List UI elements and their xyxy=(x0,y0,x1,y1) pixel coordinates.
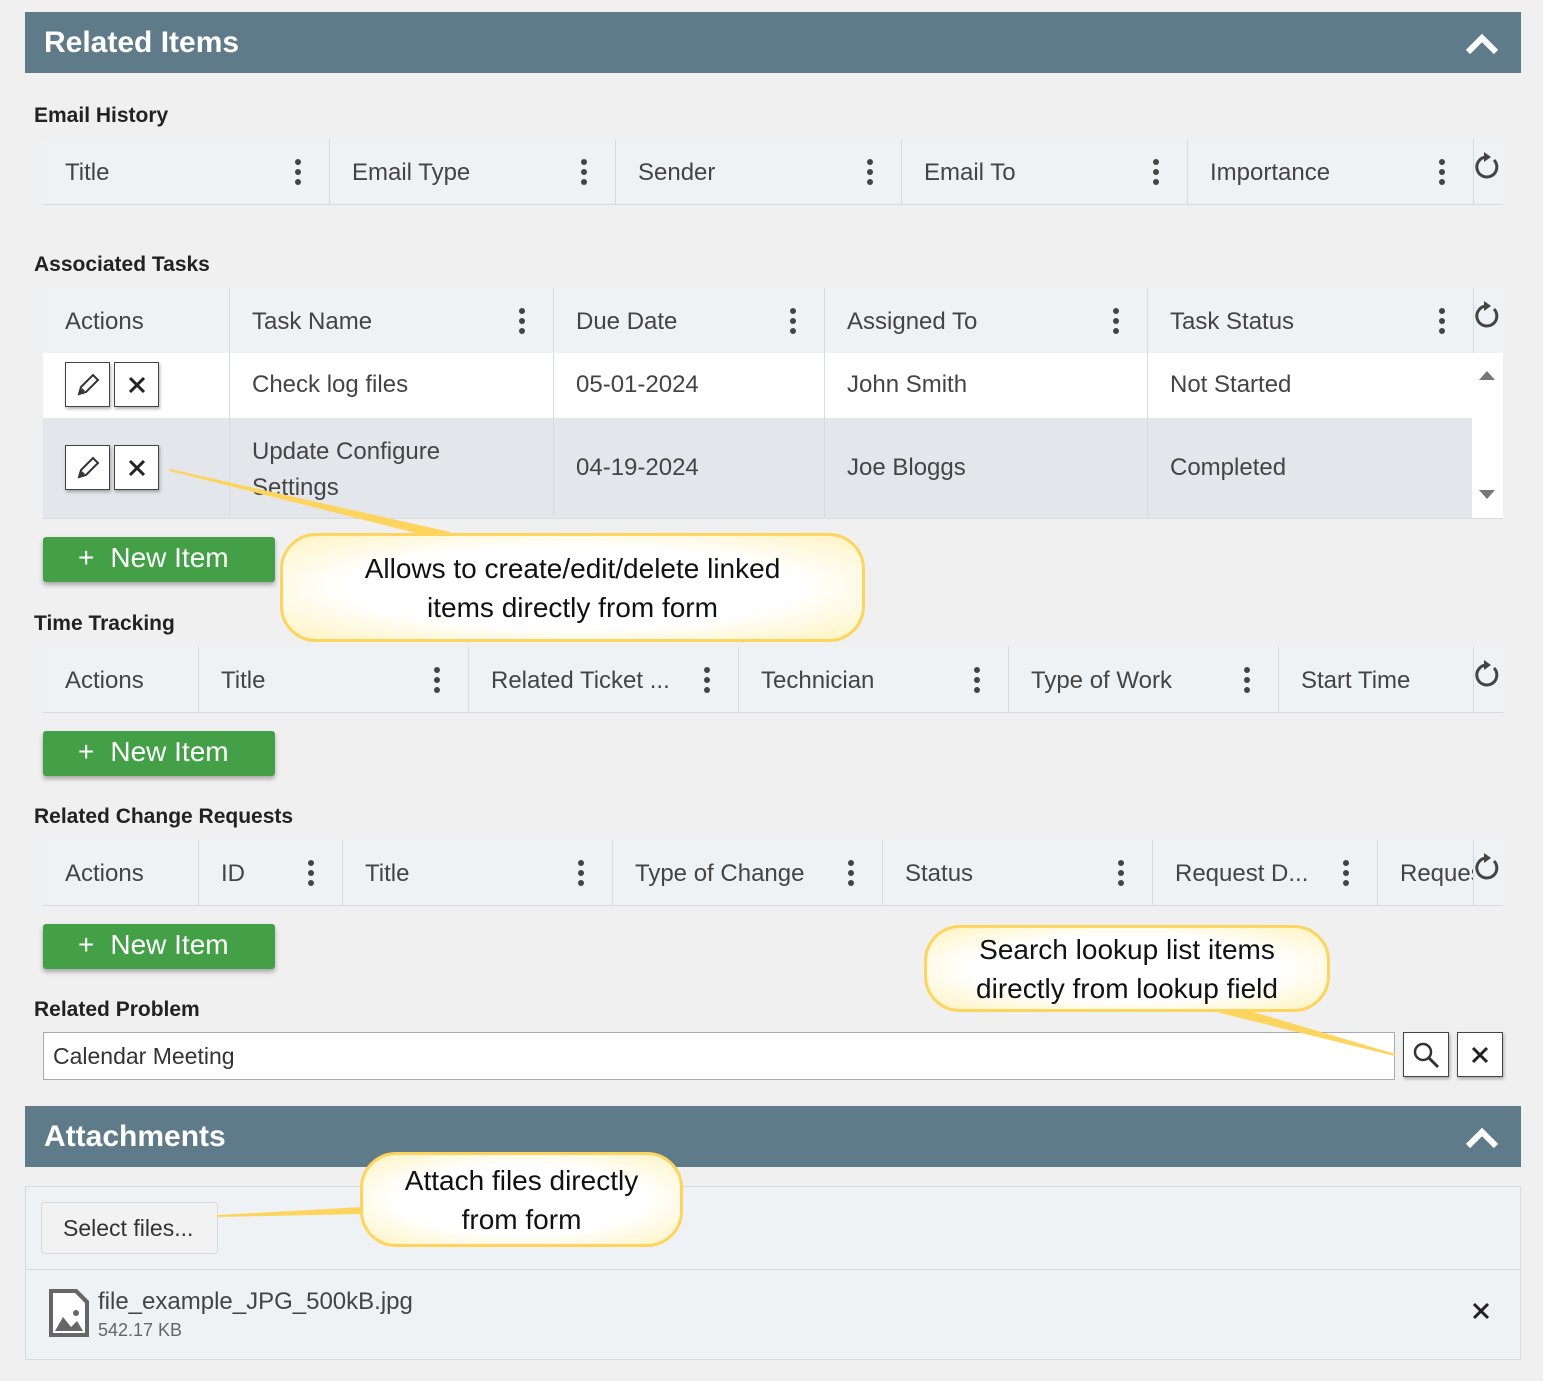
pencil-icon xyxy=(77,373,99,395)
edit-button[interactable] xyxy=(65,445,110,490)
column-header[interactable]: Task Status xyxy=(1148,288,1474,353)
column-header[interactable]: Request D... xyxy=(1153,840,1378,905)
column-header[interactable]: Type of Work xyxy=(1009,647,1279,712)
scroll-up-icon xyxy=(1479,371,1495,380)
lookup-clear-button[interactable] xyxy=(1457,1032,1503,1077)
callout-edit: Allows to create/edit/delete linked item… xyxy=(280,533,865,642)
column-menu-icon[interactable] xyxy=(1153,159,1159,185)
select-files-button[interactable]: Select files... xyxy=(41,1202,218,1254)
close-icon xyxy=(128,459,145,476)
column-header: Actions xyxy=(43,840,199,905)
column-header[interactable]: Due Date xyxy=(554,288,825,353)
plus-icon: + xyxy=(78,929,95,960)
scrollbar[interactable] xyxy=(1472,353,1503,518)
refresh-icon[interactable] xyxy=(1474,840,1503,905)
edit-button[interactable] xyxy=(65,362,110,407)
column-menu-icon[interactable] xyxy=(295,159,301,185)
change-requests-label: Related Change Requests xyxy=(34,805,294,828)
table-row[interactable]: Update Configure Settings 04-19-2024 Joe… xyxy=(43,418,1472,518)
attachments-header[interactable]: Attachments xyxy=(25,1106,1521,1167)
column-header[interactable]: Importance xyxy=(1188,139,1474,204)
column-header[interactable]: Title xyxy=(343,840,613,905)
column-header[interactable]: Assigned To xyxy=(825,288,1148,353)
related-problem-label: Related Problem xyxy=(34,998,200,1021)
change-requests-table: Actions ID Title Type of Change Status R… xyxy=(43,840,1503,906)
column-menu-icon[interactable] xyxy=(578,860,584,886)
column-header: Actions xyxy=(43,288,230,353)
column-header: Actions xyxy=(43,647,199,712)
callout-lookup: Search lookup list items directly from l… xyxy=(924,925,1330,1012)
column-header[interactable]: Email To xyxy=(902,139,1188,204)
column-menu-icon[interactable] xyxy=(848,860,854,886)
close-icon xyxy=(1471,1046,1489,1063)
file-name[interactable]: file_example_JPG_500kB.jpg xyxy=(98,1288,413,1316)
callout-attach: Attach files directly from form xyxy=(360,1152,683,1247)
column-menu-icon[interactable] xyxy=(434,667,440,693)
email-history-table: Title Email Type Sender Email To Importa… xyxy=(43,139,1503,205)
refresh-icon[interactable] xyxy=(1474,139,1503,204)
new-task-button[interactable]: + New Item xyxy=(43,537,275,582)
column-header[interactable]: Start Time xyxy=(1279,647,1474,712)
related-items-header[interactable]: Related Items xyxy=(25,12,1521,73)
column-menu-icon[interactable] xyxy=(1343,860,1349,886)
column-header[interactable]: Reques xyxy=(1378,840,1474,905)
column-menu-icon[interactable] xyxy=(1244,667,1250,693)
refresh-icon[interactable] xyxy=(1474,288,1503,353)
delete-button[interactable] xyxy=(114,362,159,407)
refresh-icon[interactable] xyxy=(1474,647,1503,712)
column-menu-icon[interactable] xyxy=(790,308,796,334)
attachments-panel: Select files... file_example_JPG_500kB.j… xyxy=(25,1186,1521,1360)
plus-icon: + xyxy=(78,542,95,573)
column-menu-icon[interactable] xyxy=(308,860,314,886)
chevron-up-icon[interactable] xyxy=(1465,28,1499,58)
column-header[interactable]: Technician xyxy=(739,647,1009,712)
column-header[interactable]: Type of Change xyxy=(613,840,883,905)
column-header[interactable]: Task Name xyxy=(230,288,554,353)
table-row[interactable]: Check log files 05-01-2024 John Smith No… xyxy=(43,353,1472,418)
new-change-request-button[interactable]: + New Item xyxy=(43,924,275,969)
column-menu-icon[interactable] xyxy=(519,308,525,334)
column-menu-icon[interactable] xyxy=(1118,860,1124,886)
column-header[interactable]: Related Ticket ... xyxy=(469,647,739,712)
column-header[interactable]: Title xyxy=(199,647,469,712)
column-header[interactable]: ID xyxy=(199,840,343,905)
section-title: Related Items xyxy=(44,26,240,59)
column-menu-icon[interactable] xyxy=(1439,308,1445,334)
close-icon xyxy=(128,376,145,393)
lookup-search-button[interactable] xyxy=(1403,1032,1449,1077)
column-header[interactable]: Sender xyxy=(616,139,902,204)
email-history-label: Email History xyxy=(34,104,169,127)
remove-file-icon[interactable] xyxy=(1471,1301,1491,1321)
time-tracking-table: Actions Title Related Ticket ... Technic… xyxy=(43,647,1503,713)
column-header[interactable]: Email Type xyxy=(330,139,616,204)
column-header[interactable]: Title xyxy=(43,139,330,204)
column-header[interactable]: Status xyxy=(883,840,1153,905)
delete-button[interactable] xyxy=(114,445,159,490)
image-file-icon xyxy=(49,1289,89,1337)
search-icon xyxy=(1413,1042,1440,1068)
plus-icon: + xyxy=(78,736,95,767)
scroll-down-icon xyxy=(1479,490,1495,499)
section-title: Attachments xyxy=(44,1120,226,1153)
column-menu-icon[interactable] xyxy=(1439,159,1445,185)
column-menu-icon[interactable] xyxy=(1113,308,1119,334)
column-menu-icon[interactable] xyxy=(581,159,587,185)
associated-tasks-table: Actions Task Name Due Date Assigned To T… xyxy=(43,288,1503,519)
associated-tasks-label: Associated Tasks xyxy=(34,253,210,276)
related-problem-input[interactable]: Calendar Meeting xyxy=(43,1032,1395,1080)
new-time-entry-button[interactable]: + New Item xyxy=(43,731,275,776)
file-size: 542.17 KB xyxy=(98,1320,183,1340)
time-tracking-label: Time Tracking xyxy=(34,612,175,635)
column-menu-icon[interactable] xyxy=(974,667,980,693)
column-menu-icon[interactable] xyxy=(867,159,873,185)
chevron-up-icon[interactable] xyxy=(1465,1122,1499,1152)
column-menu-icon[interactable] xyxy=(704,667,710,693)
pencil-icon xyxy=(77,456,99,478)
